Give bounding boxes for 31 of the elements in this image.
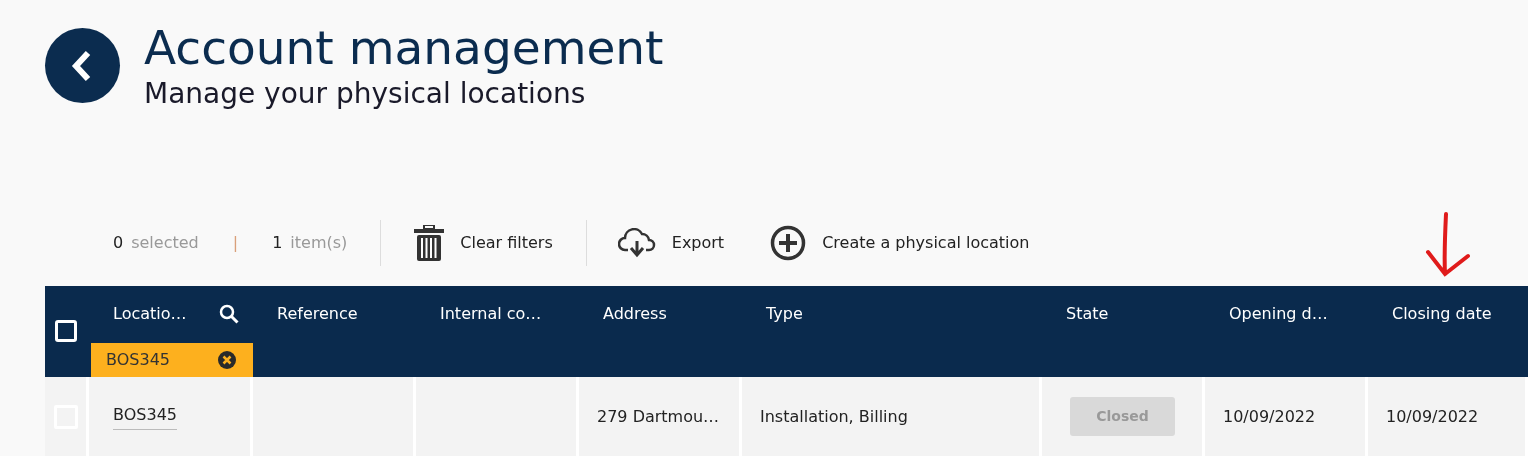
cloud-download-icon [617,228,656,258]
page-subtitle: Manage your physical locations [144,76,587,112]
page-title: Account management [144,22,664,74]
filter-chip[interactable]: BOS345 [91,343,253,377]
table-cell: 10/09/2022 [1205,377,1368,456]
item-count: 1 [272,232,283,254]
item-count-label: item(s) [290,232,348,254]
table-cell: 279 Dartmou… [579,377,742,456]
selected-count: 0 [113,232,124,254]
column-header[interactable]: Reference [277,302,358,326]
column-header[interactable]: Internal co… [440,302,542,326]
column-header[interactable]: Address [603,302,667,326]
clear-icon[interactable] [218,351,236,369]
select-all-checkbox[interactable] [55,320,77,342]
selected-label: selected [131,232,199,254]
column-header[interactable]: State [1066,302,1109,326]
toolbar-button[interactable]: Clear filters [414,225,553,261]
separator-text: | [232,232,239,254]
table-cell: 10/09/2022 [1368,377,1528,456]
column-header[interactable]: Opening d… [1229,302,1328,326]
column-header[interactable]: Locatio… [113,302,187,326]
table-cell: Installation, Billing [742,377,1042,456]
column-header[interactable]: Closing date [1392,302,1492,326]
location-link[interactable]: BOS345 [113,403,177,430]
state-badge: Closed [1070,397,1175,436]
toolbar-button[interactable]: Export [617,228,725,258]
search-icon[interactable] [219,304,239,324]
toolbar-button[interactable]: Create a physical location [770,225,1030,261]
add-icon [770,225,807,261]
trash-icon [414,225,445,261]
column-header[interactable]: Type [766,302,803,326]
